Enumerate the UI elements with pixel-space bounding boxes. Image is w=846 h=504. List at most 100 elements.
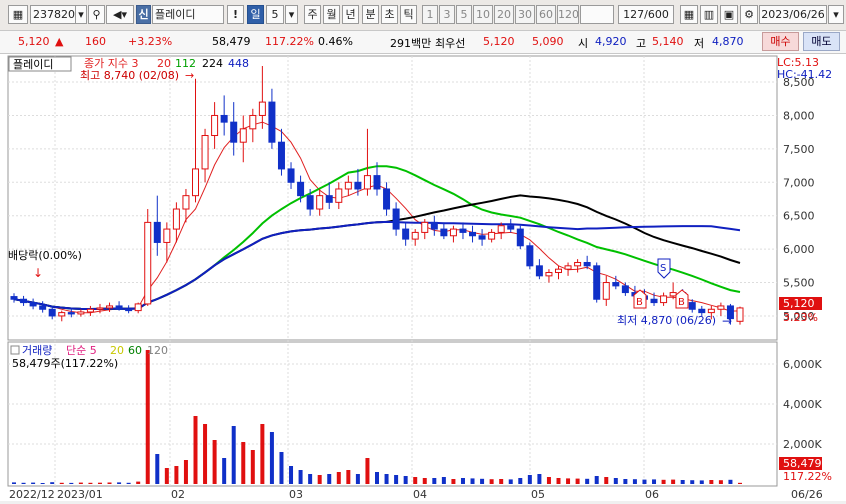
stock-chart[interactable]: 8,5008,0007,5007,0006,5006,0005,5005,000… xyxy=(0,54,846,501)
volume-tick-label: 2,000K xyxy=(783,438,822,451)
volume-bar xyxy=(432,478,437,484)
candle-body xyxy=(507,225,515,230)
sell-button[interactable]: 매도 xyxy=(803,32,840,51)
volume-bar xyxy=(594,476,599,484)
best-quote-label: 최우선 xyxy=(435,37,466,50)
period-year-button[interactable]: 년 xyxy=(342,5,359,24)
save-icon[interactable]: ▣ xyxy=(720,5,738,24)
period-tick-button[interactable]: 틱 xyxy=(400,5,417,24)
volume-bar xyxy=(556,478,561,484)
volume-bar xyxy=(250,450,255,484)
num-button-1[interactable]: 1 xyxy=(422,5,438,24)
candle-body xyxy=(344,181,352,190)
grid-icon[interactable]: ▦ xyxy=(680,5,698,24)
volume-bar xyxy=(623,479,628,484)
num-button-60[interactable]: 60 xyxy=(536,5,556,24)
x-label-02: 02 xyxy=(171,488,185,501)
split-icon[interactable]: ▥ xyxy=(700,5,718,24)
speaker-icon[interactable]: ◀▾ xyxy=(106,5,134,24)
candle-body xyxy=(230,121,238,143)
volume-bar xyxy=(203,424,208,484)
candle-body xyxy=(96,307,104,310)
volume-bar xyxy=(336,472,341,484)
candle-body xyxy=(316,195,324,210)
volume-simple: 단순 5 xyxy=(66,344,97,357)
code-dropdown-button[interactable]: ▦ xyxy=(8,5,28,24)
candle-body xyxy=(383,188,391,210)
num-button-5[interactable]: 5 xyxy=(456,5,472,24)
candle-body xyxy=(20,298,28,304)
num-button-30[interactable]: 30 xyxy=(515,5,535,24)
volume-ma120: 120 xyxy=(147,344,168,357)
panel-toggle-icon[interactable] xyxy=(10,345,20,355)
candle-body xyxy=(306,195,314,210)
search-icon[interactable]: ⚲ xyxy=(88,5,105,24)
candle-body xyxy=(125,308,133,312)
turnover: 0.46% xyxy=(318,35,353,48)
candle-body xyxy=(650,298,658,304)
calendar-icon[interactable]: ▾ xyxy=(828,5,844,24)
candle-body xyxy=(707,308,715,314)
quote-bar: 5,120 ▲ 160 +3.23% 58,479 117.22% 0.46% … xyxy=(0,31,846,54)
chevron-down-icon[interactable]: ▾ xyxy=(285,5,298,24)
volume-bar xyxy=(327,474,332,484)
up-arrow-icon: ▲ xyxy=(55,35,64,48)
volume-bar xyxy=(241,442,246,484)
gear-icon[interactable]: ⚙ xyxy=(740,5,758,24)
period-day-button[interactable]: 일 xyxy=(247,5,264,24)
candle-body xyxy=(421,221,429,233)
num-button-20[interactable]: 20 xyxy=(494,5,514,24)
candle-body xyxy=(134,303,142,312)
volume-bar xyxy=(40,483,45,484)
candle-body xyxy=(354,181,362,190)
candle-body xyxy=(163,228,171,243)
candle-body xyxy=(58,312,66,317)
market-badge: 신 xyxy=(136,5,151,24)
buy-button[interactable]: 매수 xyxy=(762,32,799,51)
down-arrow-icon: ↓ xyxy=(33,266,43,280)
candle-body xyxy=(106,305,114,309)
date-input[interactable]: 2023/06/26 xyxy=(759,5,827,24)
period-num-select[interactable]: 5 xyxy=(266,5,284,24)
num-button-120[interactable]: 120 xyxy=(557,5,579,24)
volume-bar xyxy=(728,479,733,484)
name-tag: 플레이디 xyxy=(13,58,53,71)
period-minute-button[interactable]: 분 xyxy=(362,5,379,24)
candle-body xyxy=(564,265,572,270)
volume-summary: 58,479주(117.22%) xyxy=(12,357,118,370)
open-price: 4,920 xyxy=(595,35,627,48)
num-button-3[interactable]: 3 xyxy=(439,5,455,24)
volume-bar xyxy=(394,475,399,484)
candle-body xyxy=(411,231,419,240)
period-month-button[interactable]: 월 xyxy=(323,5,340,24)
volume-bar xyxy=(59,482,64,484)
period-second-button[interactable]: 초 xyxy=(381,5,398,24)
warning-button[interactable]: ! xyxy=(227,5,244,24)
chevron-down-icon[interactable]: ▾ xyxy=(75,5,87,24)
num-button-10[interactable]: 10 xyxy=(473,5,493,24)
candle-body xyxy=(459,228,467,233)
price-tick-label: 7,000 xyxy=(783,176,815,189)
count-input[interactable]: 127/600 xyxy=(618,5,674,24)
candle-body xyxy=(555,268,562,274)
candle-body xyxy=(48,308,56,317)
candle-body xyxy=(373,175,381,190)
custom-period-select[interactable] xyxy=(580,5,614,24)
volume-bar xyxy=(31,482,36,484)
amount: 291백만 xyxy=(390,37,432,50)
code-input[interactable]: 237820 xyxy=(30,5,76,24)
volume-bar xyxy=(269,432,274,484)
period-week-button[interactable]: 주 xyxy=(304,5,321,24)
last-volume-pct: 117.22% xyxy=(783,470,832,483)
candle-body xyxy=(392,208,400,230)
volume-bar xyxy=(451,479,456,484)
candle-body xyxy=(545,272,553,277)
candle-body xyxy=(449,228,457,237)
candle-body xyxy=(249,114,257,130)
chart-area[interactable]: 8,500 8,000 7,500 7,000 6,500 6,000 5,500 5,000… xyxy=(0,54,846,501)
volume-bar xyxy=(527,475,532,484)
volume-bar xyxy=(413,477,418,484)
candle-body xyxy=(86,308,94,313)
candle-body xyxy=(29,302,37,307)
candle-body xyxy=(277,141,285,170)
